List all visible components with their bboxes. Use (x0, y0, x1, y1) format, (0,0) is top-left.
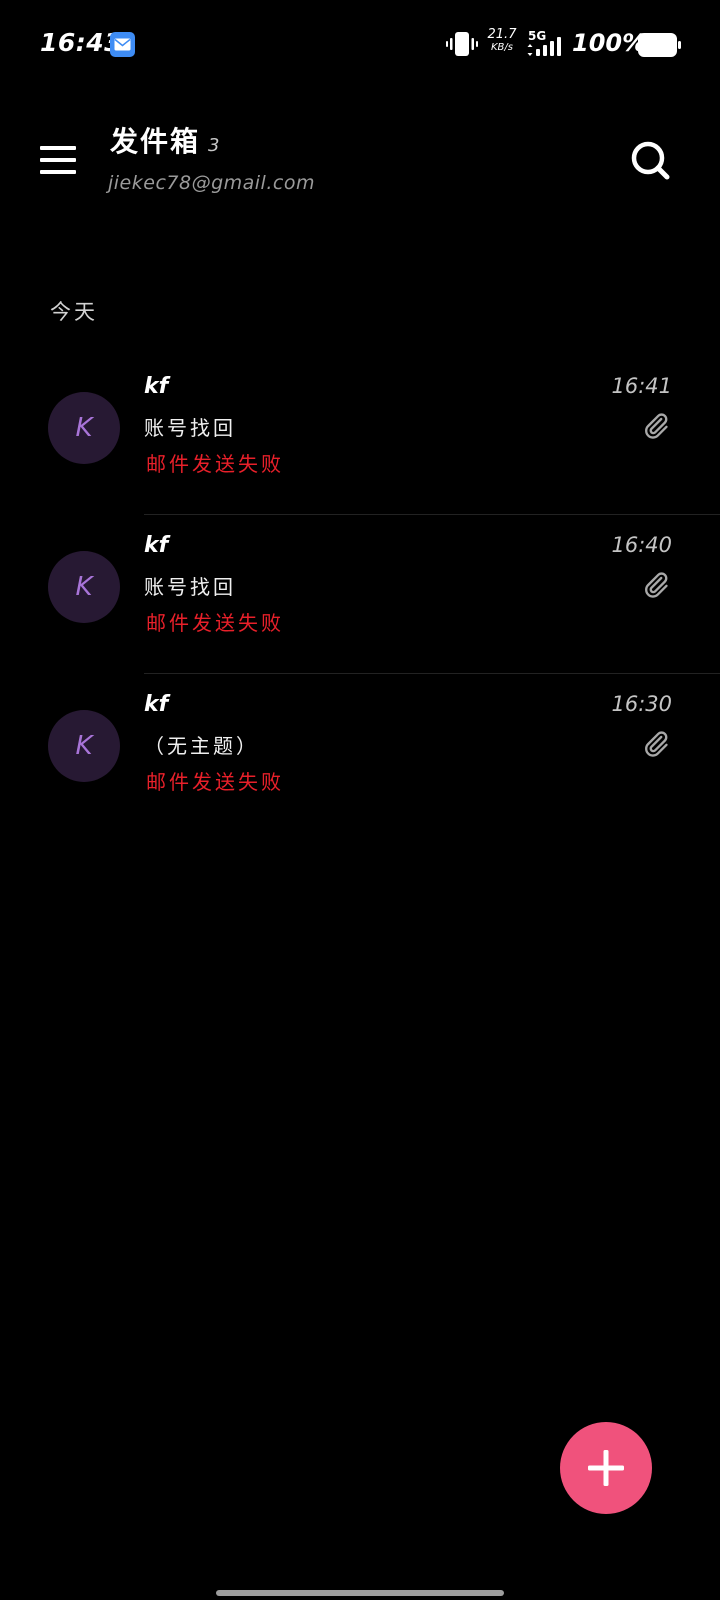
page-title: 发件箱 (110, 125, 201, 158)
mail-subject: 账号找回 (144, 575, 236, 599)
mail-list-item[interactable]: K kf 16:41 账号找回 邮件发送失败 (0, 356, 720, 515)
mail-send-status: 邮件发送失败 (146, 611, 284, 635)
mail-send-status: 邮件发送失败 (146, 770, 284, 794)
avatar: K (48, 551, 120, 623)
account-email: jiekec78@gmail.com (108, 172, 315, 194)
attachment-icon (645, 731, 668, 757)
cellular-signal-icon (527, 37, 561, 56)
battery-percent: 100% (572, 29, 647, 57)
network-speed-value: 21.7 (487, 27, 517, 42)
network-speed: 21.7 KB/s (486, 28, 518, 53)
avatar-letter: K (75, 572, 93, 602)
email-notification-icon (110, 32, 135, 57)
avatar-letter: K (75, 731, 93, 761)
mail-time: 16:41 (611, 374, 672, 398)
mail-sender: kf (144, 374, 169, 399)
mail-sender: kf (144, 692, 169, 717)
avatar: K (48, 392, 120, 464)
battery-icon (638, 33, 681, 57)
mail-list-item[interactable]: K kf 16:40 账号找回 邮件发送失败 (0, 515, 720, 674)
status-bar: 16:43 21.7 KB/s 5G 100% (0, 0, 720, 90)
section-label-today: 今天 (50, 300, 98, 324)
header-title-group: 发件箱 3 (110, 120, 219, 160)
mail-list-item[interactable]: K kf 16:30 （无主题） 邮件发送失败 (0, 674, 720, 833)
compose-button[interactable] (560, 1422, 652, 1514)
attachment-icon (645, 413, 668, 439)
mail-time: 16:40 (611, 533, 672, 557)
mail-time: 16:30 (611, 692, 672, 716)
mail-subject: （无主题） (144, 734, 259, 758)
mail-sender: kf (144, 533, 169, 558)
menu-button[interactable] (36, 138, 80, 182)
mail-subject: 账号找回 (144, 416, 236, 440)
mail-list: K kf 16:41 账号找回 邮件发送失败 K kf 16:40 账号找回 邮… (0, 356, 720, 833)
mail-send-status: 邮件发送失败 (146, 452, 284, 476)
gesture-navigation-bar[interactable] (216, 1590, 504, 1596)
vibrate-icon (446, 32, 478, 56)
search-button[interactable] (626, 136, 674, 184)
attachment-icon (645, 572, 668, 598)
avatar: K (48, 710, 120, 782)
network-speed-unit: KB/s (491, 42, 513, 53)
plus-icon (588, 1450, 624, 1486)
avatar-letter: K (75, 413, 93, 443)
hamburger-menu-icon (40, 146, 76, 174)
mail-count: 3 (208, 135, 220, 156)
search-icon (631, 141, 670, 180)
